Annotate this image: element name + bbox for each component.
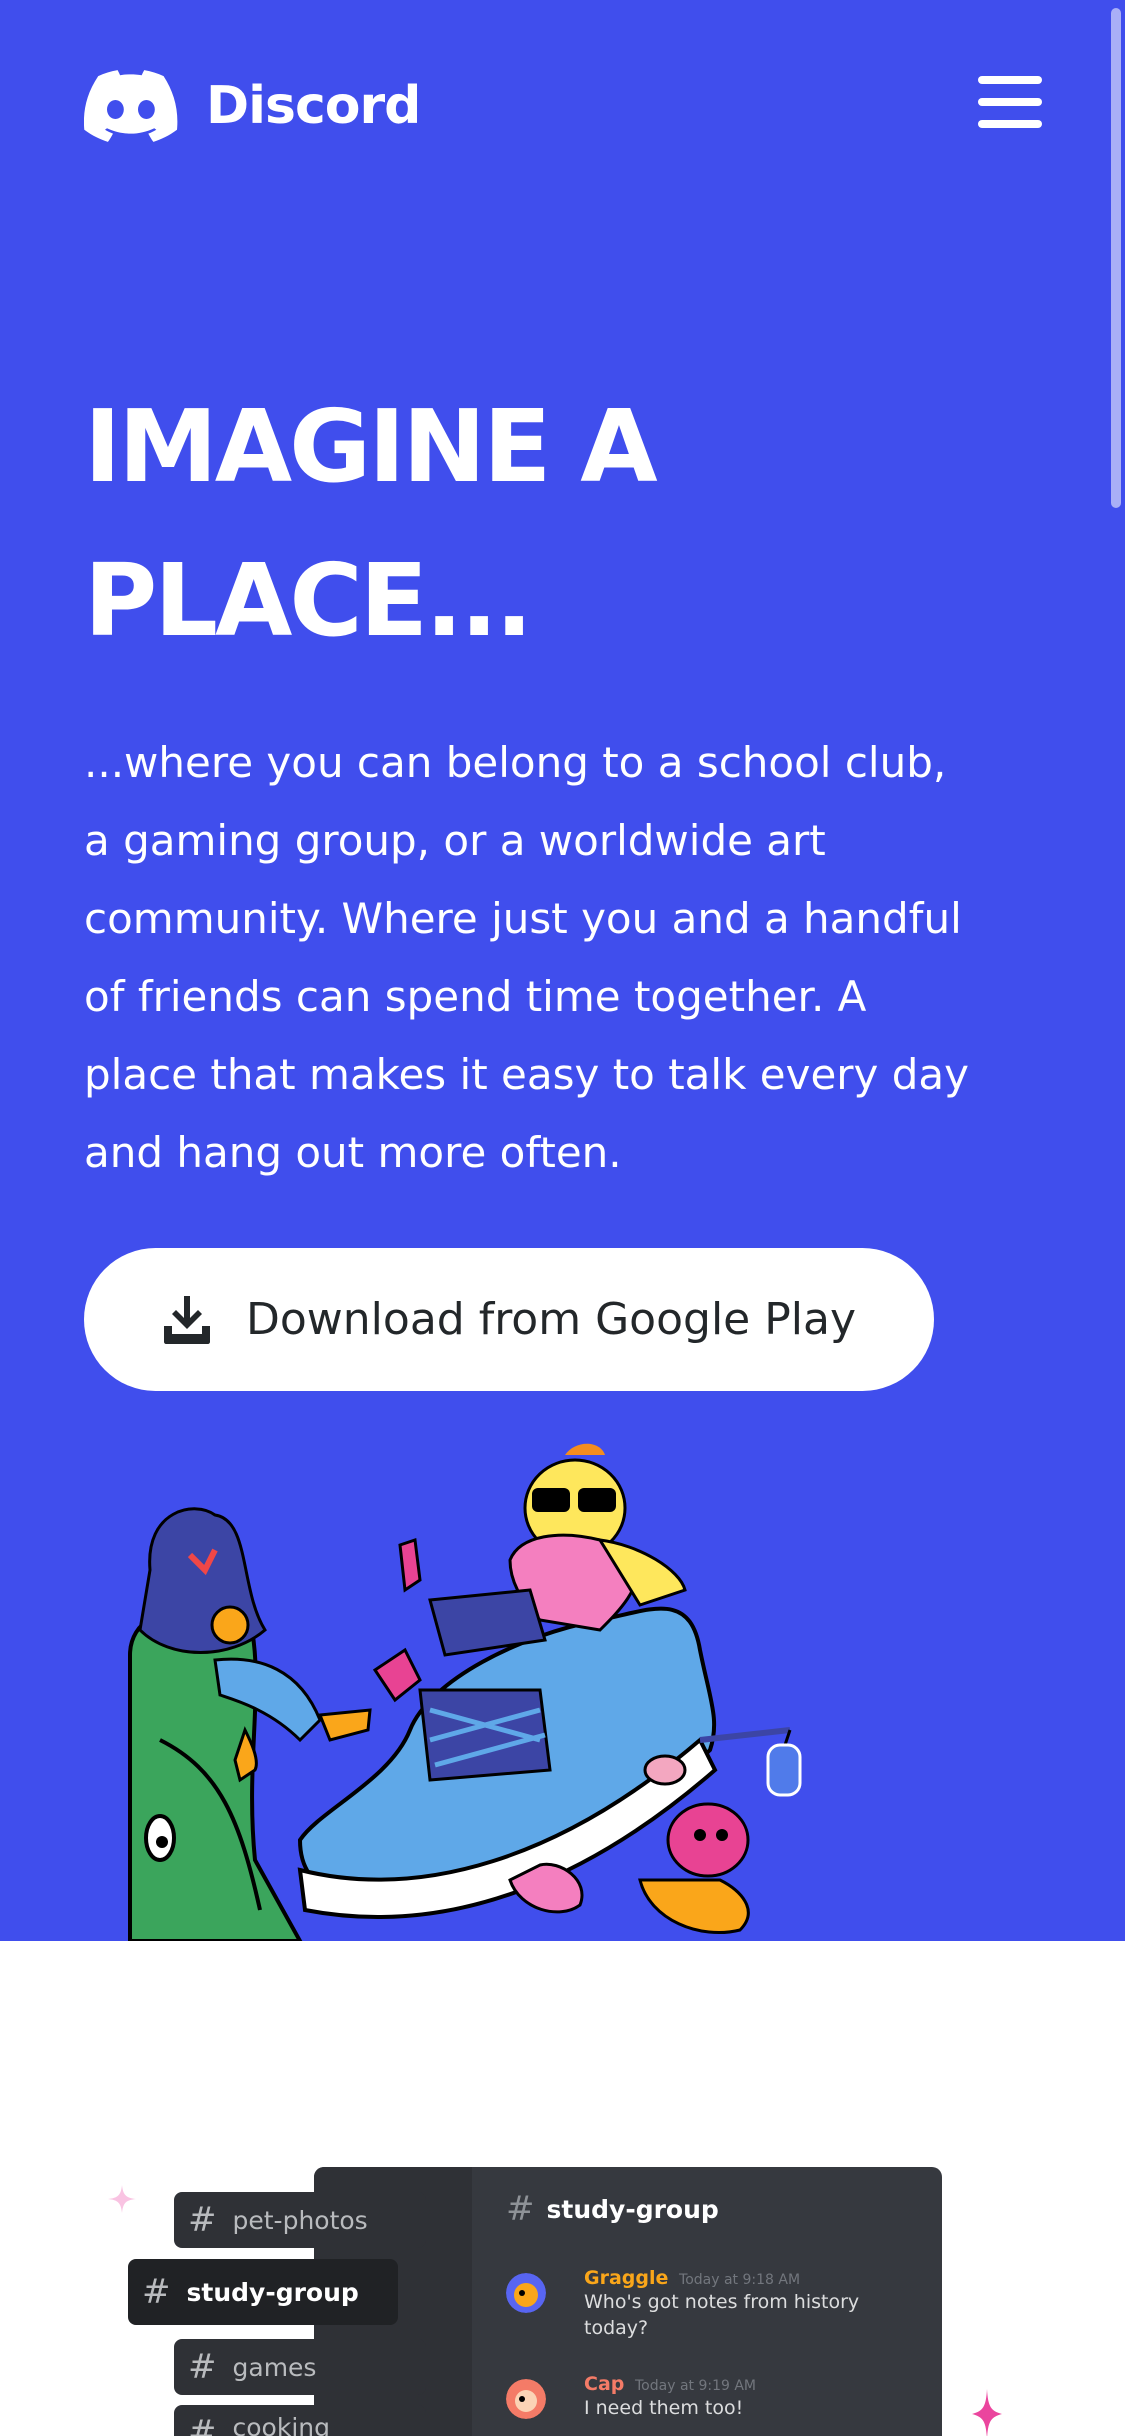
message-text: Who's got notes from history today? [584,2291,860,2339]
hash-icon: # [188,2200,217,2240]
hero-illustration [128,1443,802,1941]
channel-item-active[interactable]: # study-group [128,2259,398,2325]
hash-icon: # [188,2347,217,2387]
hero-intro: ...where you can belong to a school club… [84,738,970,1177]
chat-preview-section: # study-group Graggle Today at 9:18 AM W… [0,1941,1125,2436]
message-text: I need them too! [584,2397,744,2419]
scrollbar[interactable] [1111,8,1121,508]
channel-item[interactable]: # cooking [174,2405,426,2436]
avatar[interactable] [506,2273,546,2313]
channel-title: study-group [546,2194,719,2224]
avatar[interactable] [506,2379,546,2419]
channel-header: # study-group [506,2189,719,2229]
download-icon [164,1295,210,1344]
message-time: Today at 9:18 AM [679,2272,801,2288]
message-author[interactable]: Graggle [584,2267,668,2289]
hash-icon: # [142,2272,171,2312]
channel-item[interactable]: # pet-photos [174,2192,426,2248]
message-time: Today at 9:19 AM [635,2378,757,2394]
chat-message: Cap Today at 9:19 AM I need them too! [506,2373,926,2421]
download-label: Download from Google Play [246,1294,856,1345]
hash-icon: # [188,2413,217,2436]
chat-message: Graggle Today at 9:18 AM Who's got notes… [506,2267,926,2341]
discord-logo[interactable]: Discord [84,70,421,142]
message-author[interactable]: Cap [584,2373,624,2395]
brand-name: Discord [206,76,421,136]
download-button[interactable]: Download from Google Play [84,1248,934,1391]
discord-logo-icon [84,70,178,142]
hash-icon: # [506,2189,535,2229]
sparkle-icon [972,2389,1002,2436]
sparkle-icon [108,2185,136,2213]
hamburger-menu-icon[interactable] [978,74,1042,130]
hero-section: Discord IMAGINE A PLACE... ...where you … [0,0,1125,1941]
channel-item[interactable]: # games [174,2339,426,2395]
hero-headline: IMAGINE A PLACE... [84,388,658,659]
